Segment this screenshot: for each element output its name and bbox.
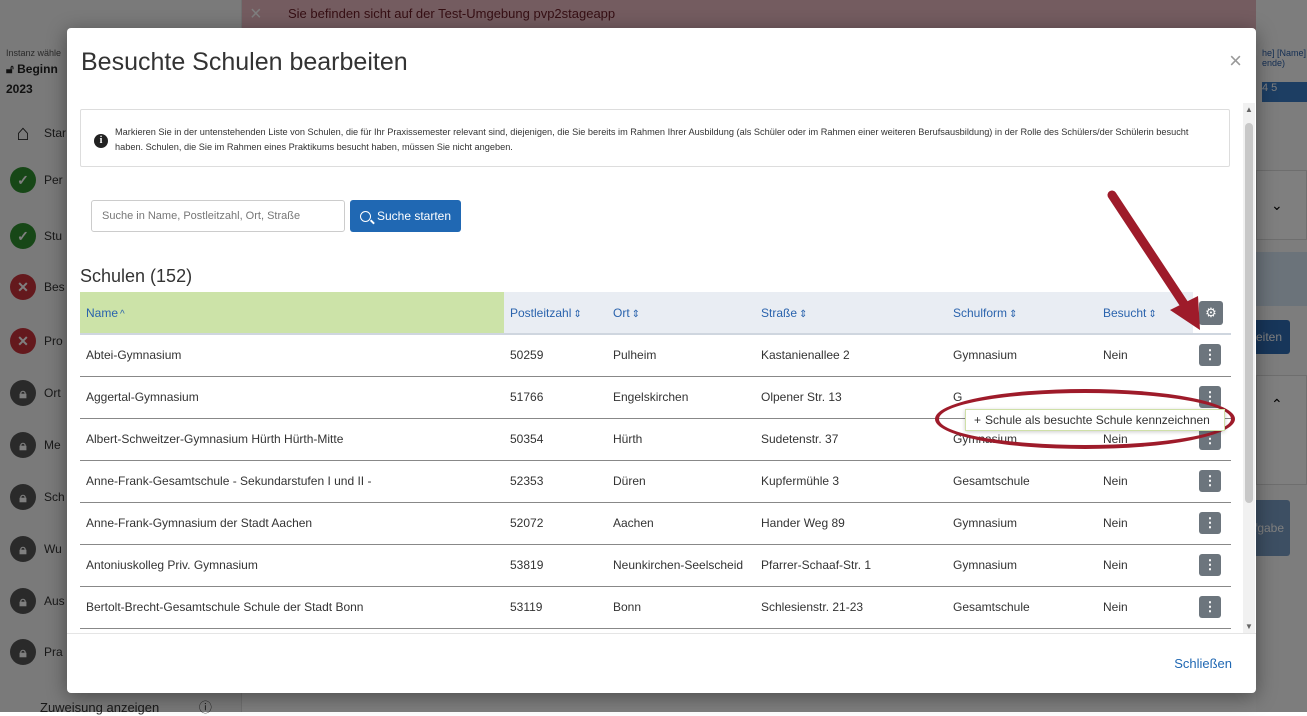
column-label: Besucht — [1103, 305, 1147, 320]
cell-actions: ⋮ — [1193, 334, 1231, 377]
cell-name: Bertolt-Brecht-Gesamtschule Schule der S… — [80, 586, 504, 629]
search-button[interactable]: Suche starten — [350, 200, 461, 232]
cell-ort: Düren — [607, 460, 755, 503]
cell-plz: 52353 — [504, 460, 607, 503]
table-header-row: Name ^ Postleitzahl ⇕ Ort ⇕ Straße ⇕ Schulfo… — [80, 292, 1231, 335]
cell-schulform: Gesamtschule — [947, 586, 1097, 629]
table-row: Bertolt-Brecht-Gesamtschule Schule der S… — [80, 586, 1231, 629]
cell-name: Abtei-Gymnasium — [80, 334, 504, 377]
cell-actions: ⋮ — [1193, 460, 1231, 503]
column-header-strasse[interactable]: Straße ⇕ — [755, 292, 947, 335]
row-menu-icon[interactable]: ⋮ — [1199, 344, 1221, 367]
cell-strasse: Olpener Str. 13 — [755, 376, 947, 419]
cell-name: Aggertal-Gymnasium — [80, 376, 504, 419]
cell-strasse: Kastanienallee 2 — [755, 334, 947, 377]
cell-schulform: Gymnasium — [947, 334, 1097, 377]
cell-plz: 53819 — [504, 544, 607, 587]
sort-icon: ⇕ — [1009, 308, 1018, 320]
search-input[interactable] — [91, 200, 345, 232]
edit-schools-modal: Besuchte Schulen bearbeiten × i Markiere… — [67, 28, 1256, 693]
cell-besucht: Nein — [1097, 460, 1193, 503]
cell-schulform: Gymnasium — [947, 502, 1097, 545]
column-header-ort[interactable]: Ort ⇕ — [607, 292, 755, 335]
cell-name: Antoniuskolleg Priv. Gymnasium — [80, 544, 504, 587]
cell-ort: Bonn — [607, 586, 755, 629]
column-header-plz[interactable]: Postleitzahl ⇕ — [504, 292, 607, 335]
table-row: Anne-Frank-Gymnasium der Stadt Aachen 520… — [80, 502, 1231, 545]
info-box: i Markieren Sie in der untenstehenden Li… — [80, 109, 1230, 167]
cell-ort: Hürth — [607, 418, 755, 461]
column-label: Name — [86, 305, 119, 320]
table-row: Anne-Frank-Gesamtschule - Sekundarstufen… — [80, 460, 1231, 503]
table-row: Abtei-Gymnasium 50259 Pulheim Kastanienalle… — [80, 334, 1231, 377]
cell-plz: 51766 — [504, 376, 607, 419]
scroll-down-icon[interactable]: ▼ — [1245, 622, 1253, 631]
cell-besucht: Nein — [1097, 544, 1193, 587]
column-header-name[interactable]: Name ^ — [80, 292, 504, 335]
column-label: Straße — [761, 305, 798, 320]
mark-visited-label: Schule als besuchte Schule kennzeichnen — [985, 413, 1210, 427]
mark-visited-menu-item[interactable]: + Schule als besuchte Schule kennzeichne… — [965, 409, 1225, 431]
row-menu-icon[interactable]: ⋮ — [1199, 470, 1221, 492]
scroll-thumb[interactable] — [1245, 123, 1253, 503]
column-header-besucht[interactable]: Besucht ⇕ — [1097, 292, 1193, 335]
table-row: Antoniuskolleg Priv. Gymnasium 53819 Neunk… — [80, 544, 1231, 587]
cell-strasse: Sudetenstr. 37 — [755, 418, 947, 461]
cell-strasse: Hander Weg 89 — [755, 502, 947, 545]
list-title: Schulen (152) — [80, 266, 193, 286]
sort-icon: ⇕ — [573, 308, 582, 320]
modal-body: i Markieren Sie in der untenstehenden Li… — [67, 103, 1256, 658]
info-text: Markieren Sie in der untenstehenden List… — [115, 127, 1189, 152]
cell-actions: ⋮ — [1193, 586, 1231, 629]
sort-icon: ⇕ — [631, 308, 641, 320]
schools-table: Name ^ Postleitzahl ⇕ Ort ⇕ Straße ⇕ Schulfo… — [80, 292, 1231, 629]
column-label: Ort — [613, 305, 630, 320]
scrollbar[interactable]: ▲ ▼ — [1243, 103, 1255, 633]
cell-name: Albert-Schweitzer-Gymnasium Hürth Hürth-… — [80, 418, 504, 461]
search-button-label: Suche starten — [376, 209, 452, 223]
cell-plz: 52072 — [504, 502, 607, 545]
cell-besucht: Nein — [1097, 586, 1193, 629]
row-menu-icon[interactable]: ⋮ — [1199, 596, 1221, 618]
cell-name: Anne-Frank-Gymnasium der Stadt Aachen — [80, 502, 504, 545]
cell-actions: ⋮ — [1193, 544, 1231, 587]
close-icon[interactable]: × — [1229, 50, 1242, 72]
column-label: Schulform — [953, 305, 1008, 320]
close-button[interactable]: Schließen — [1174, 656, 1232, 671]
cell-plz: 53119 — [504, 586, 607, 629]
search-icon — [359, 210, 371, 222]
footer-divider — [67, 633, 1256, 634]
column-label: Postleitzahl — [510, 305, 572, 320]
scroll-up-icon[interactable]: ▲ — [1245, 105, 1253, 114]
sort-icon: ⇕ — [799, 308, 808, 320]
column-settings: ⚙ — [1193, 292, 1231, 335]
row-menu-icon[interactable]: ⋮ — [1199, 512, 1221, 534]
cell-ort: Pulheim — [607, 334, 755, 377]
cell-schulform: Gesamtschule — [947, 460, 1097, 503]
cell-name: Anne-Frank-Gesamtschule - Sekundarstufen… — [80, 460, 504, 503]
cell-actions: ⋮ — [1193, 502, 1231, 545]
sort-asc-icon: ^ — [120, 308, 125, 320]
cell-plz: 50354 — [504, 418, 607, 461]
cell-ort: Engelskirchen — [607, 376, 755, 419]
plus-icon: + — [974, 413, 982, 427]
info-icon: i — [94, 134, 108, 148]
gear-icon[interactable]: ⚙ — [1199, 300, 1223, 325]
cell-schulform: Gymnasium — [947, 544, 1097, 587]
row-menu-icon[interactable]: ⋮ — [1199, 554, 1221, 576]
cell-strasse: Pfarrer-Schaaf-Str. 1 — [755, 544, 947, 587]
cell-ort: Neunkirchen-Seelscheid — [607, 544, 755, 587]
column-header-schulform[interactable]: Schulform ⇕ — [947, 292, 1097, 335]
sort-icon: ⇕ — [1148, 308, 1157, 320]
cell-strasse: Kupfermühle 3 — [755, 460, 947, 503]
cell-plz: 50259 — [504, 334, 607, 377]
table-body: Abtei-Gymnasium 50259 Pulheim Kastanienalle… — [80, 334, 1231, 629]
cell-strasse: Schlesienstr. 21-23 — [755, 586, 947, 629]
cell-ort: Aachen — [607, 502, 755, 545]
cell-besucht: Nein — [1097, 334, 1193, 377]
modal-title: Besuchte Schulen bearbeiten — [81, 48, 408, 76]
cell-besucht: Nein — [1097, 502, 1193, 545]
